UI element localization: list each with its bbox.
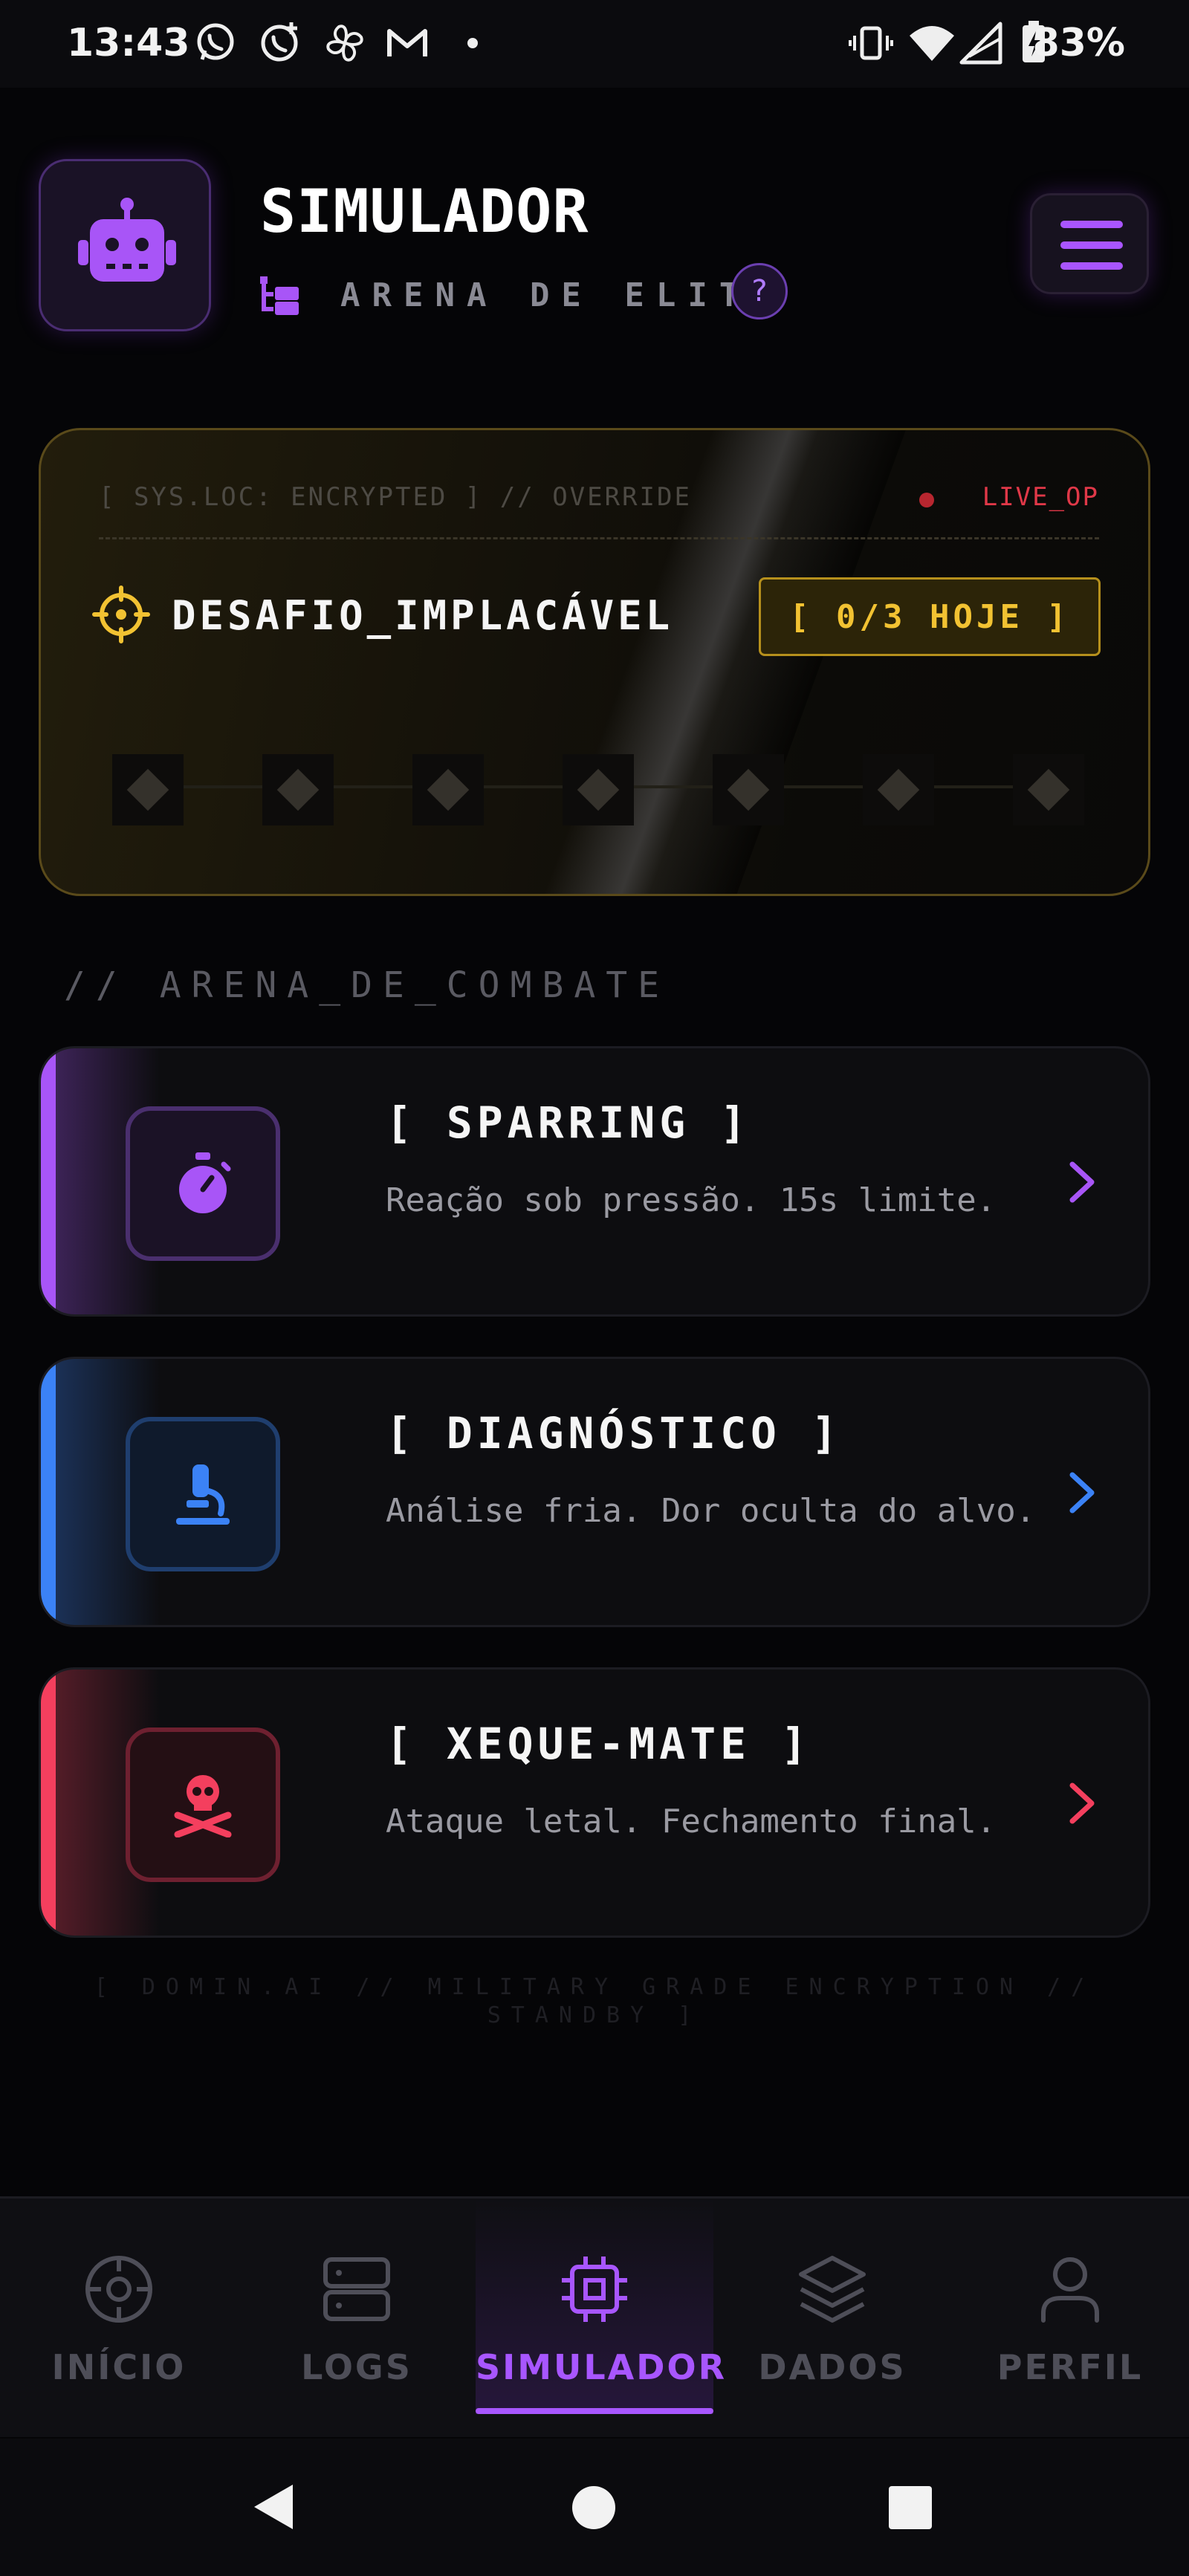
progress-node [112,754,184,825]
pinwheel-icon [326,25,363,62]
nav-item-simulador[interactable]: SIMULADOR [476,2199,727,2414]
vibrate-icon [849,26,893,60]
live-status-label: LIVE_OP [982,482,1099,512]
progress-node [412,754,484,825]
mode-card-diagnostico[interactable]: [ DIAGNÓSTICO ] Análise fria. Dor oculta… [39,1357,1150,1627]
cpu-icon [562,2257,627,2322]
live-indicator-dot [919,493,934,507]
hamburger-menu-icon [1060,221,1123,228]
mode-description: Análise fria. Dor oculta do alvo. [386,1492,1036,1530]
hierarchy-icon [260,276,299,315]
mode-description: Ataque letal. Fechamento final. [386,1803,997,1840]
progress-node [262,754,334,825]
section-title: // ARENA_DE_COMBATE [64,964,670,1006]
chevron-right-icon[interactable] [1062,1779,1102,1827]
help-button[interactable]: ? [731,263,788,319]
robot-icon [78,198,176,282]
user-icon [1041,2257,1099,2323]
home-icon[interactable] [571,2485,617,2531]
app-logo [39,159,211,331]
whatsapp-icon [197,23,234,60]
page-title: SIMULADOR [260,177,589,246]
system-location-text: [ SYS.LOC: ENCRYPTED ] // OVERRIDE [99,482,692,512]
menu-button[interactable] [1030,193,1149,294]
daily-challenge-card[interactable]: [ SYS.LOC: ENCRYPTED ] // OVERRIDE LIVE_… [39,428,1150,896]
nav-label: LOGS [301,2347,412,2387]
nav-label: PERFIL [997,2347,1144,2387]
nav-item-perfil[interactable]: PERFIL [951,2199,1189,2414]
mode-icon-box [126,1106,280,1261]
dashed-divider [99,537,1099,539]
skull-crossbones-icon [174,1775,232,1837]
progress-node [713,754,784,825]
nav-item-logs[interactable]: LOGS [238,2199,476,2414]
mode-card-sparring[interactable]: [ SPARRING ] Reação sob pressão. 15s lim… [39,1046,1150,1317]
nav-item-inicio[interactable]: INÍCIO [0,2199,238,2414]
signal-icon [959,22,1002,65]
mode-title: [ DIAGNÓSTICO ] [386,1408,842,1459]
mode-card-xeque-mate[interactable]: [ XEQUE-MATE ] Ataque letal. Fechamento … [39,1667,1150,1938]
nav-label: INÍCIO [51,2347,187,2387]
recents-icon[interactable] [887,2485,933,2531]
wifi-icon [910,26,954,61]
gmail-icon [387,29,427,56]
crosshair-icon [92,585,150,643]
bottom-navigation: INÍCIO LOGS SIMULADOR DADOS PERFIL [0,2196,1189,2437]
nav-label: SIMULADOR [476,2347,727,2387]
layers-icon [799,2256,866,2323]
progress-node [563,754,634,825]
server-icon [323,2257,390,2321]
page-subtitle: ARENA DE ELITE [340,276,783,314]
battery-percentage: 83% [1032,21,1125,65]
card-accent-bar [41,1670,56,1936]
mode-title: [ XEQUE-MATE ] [386,1719,811,1769]
progress-node [863,754,934,825]
chevron-right-icon[interactable] [1062,1158,1102,1206]
challenge-name: DESAFIO_IMPLACÁVEL [172,592,674,639]
status-bar: 13:43 83% [0,0,1189,88]
target-icon [85,2256,152,2323]
challenge-count-badge: [ 0/3 HOJE ] [759,577,1101,656]
active-tab-indicator [476,2408,713,2414]
nav-label: DADOS [758,2347,907,2387]
nav-item-dados[interactable]: DADOS [713,2199,951,2414]
mode-icon-box [126,1417,280,1571]
whatsapp-business-icon [261,22,298,62]
microscope-icon [176,1464,230,1525]
mode-description: Reação sob pressão. 15s limite. [386,1181,997,1219]
chevron-right-icon[interactable] [1062,1469,1102,1516]
dot-icon [467,38,478,48]
status-time: 13:43 [67,21,190,65]
progress-node [1013,754,1084,825]
card-accent-bar [41,1048,56,1314]
footer-text: [ DOMIN.AI // MILITARY GRADE ENCRYPTION … [94,1974,1095,2028]
hamburger-line [1060,241,1123,249]
back-icon[interactable] [250,2482,297,2532]
system-navigation-bar [0,2439,1189,2576]
mode-title: [ SPARRING ] [386,1097,751,1148]
stopwatch-icon [179,1152,231,1213]
mode-icon-box [126,1727,280,1882]
hamburger-line [1060,262,1123,270]
card-accent-bar [41,1359,56,1625]
